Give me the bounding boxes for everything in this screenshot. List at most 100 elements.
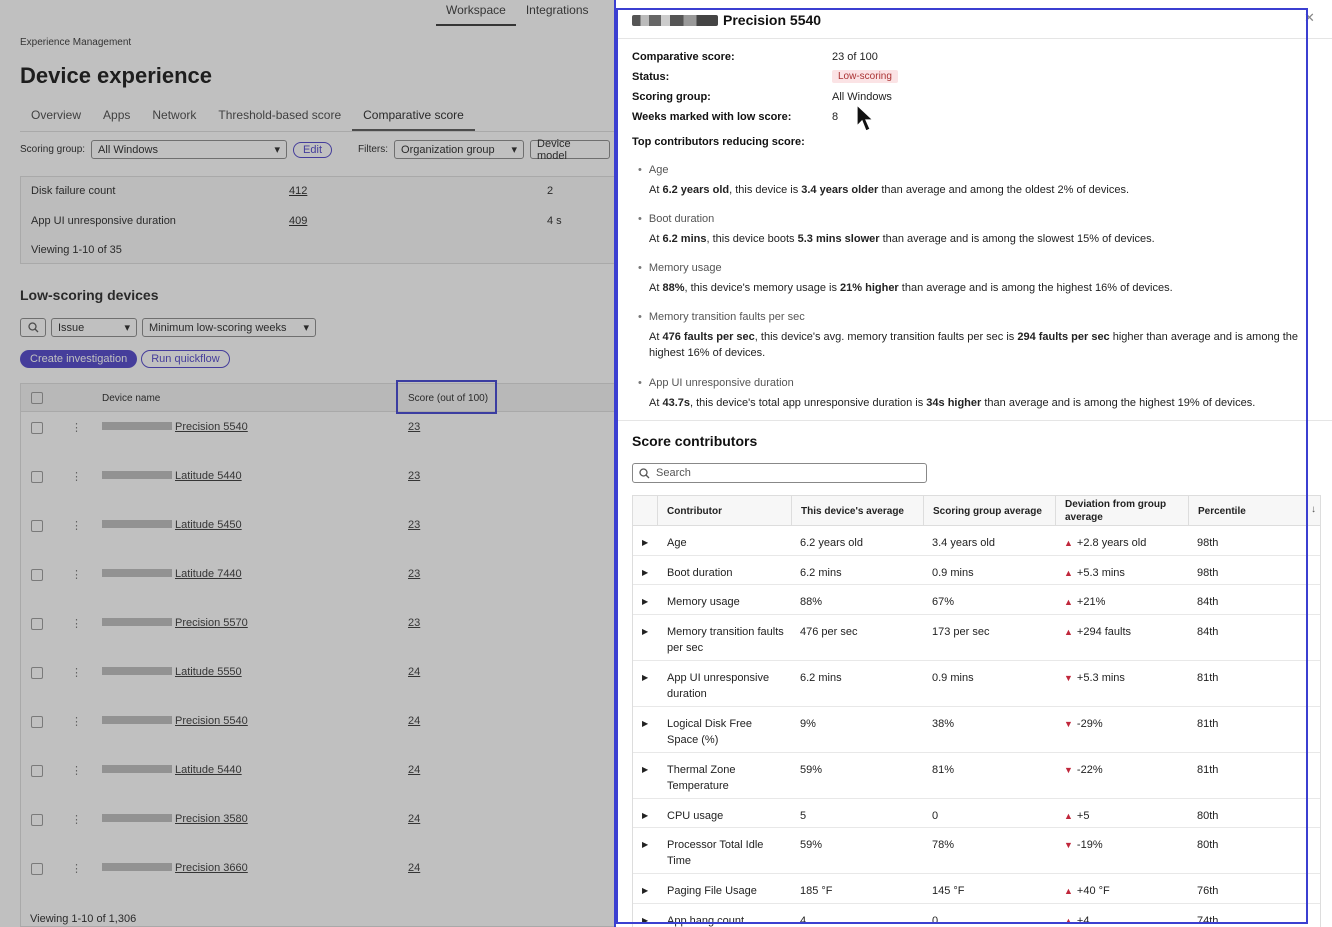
expand-caret-icon[interactable]: ▶ (642, 535, 648, 551)
deviation-cell: ▲ +2.8 years old (1064, 535, 1146, 551)
expand-caret-icon[interactable]: ▶ (642, 565, 648, 581)
triangle-up-icon: ▲ (1064, 627, 1073, 637)
device-average-cell: 59% (800, 839, 823, 851)
col-group-average[interactable]: Scoring group average (923, 496, 1055, 526)
group-average-cell: 0.9 mins (932, 567, 974, 579)
table-row[interactable]: ▶ CPU usage 5 0 ▲ +5 80th (633, 799, 1320, 828)
table-row[interactable]: ▶ Processor Total Idle Time 59% 78% ▼ -19% 80t… (633, 828, 1320, 874)
deviation-value: -19% (1076, 839, 1103, 851)
table-row[interactable]: ▶ Boot duration 6.2 mins 0.9 mins ▲ +5.3 mins… (633, 556, 1320, 585)
triangle-up-icon: ▲ (1064, 916, 1073, 926)
expand-caret-icon[interactable]: ▶ (642, 716, 648, 732)
deviation-cell: ▼ -22% (1064, 762, 1103, 778)
device-average-cell: 185 °F (800, 885, 833, 897)
percentile-cell: 98th (1197, 567, 1219, 579)
triangle-down-icon: ▼ (1064, 840, 1073, 850)
table-row[interactable]: ▶ Thermal Zone Temperature 59% 81% ▼ -22% 81th (633, 753, 1320, 799)
scoring-group-label: Scoring group: (632, 91, 711, 103)
contributor-name: Age (638, 164, 1308, 176)
comparative-score-label: Comparative score: (632, 51, 735, 63)
group-average-cell: 3.4 years old (932, 537, 995, 549)
redacted-hostname (632, 15, 718, 26)
col-deviation[interactable]: Deviation from group average (1055, 496, 1188, 526)
triangle-up-icon: ▲ (1064, 811, 1073, 821)
table-row[interactable]: ▶ Memory transition faults per sec 476 per… (633, 615, 1320, 661)
contributor-cell: Thermal Zone Temperature (667, 764, 736, 792)
deviation-cell: ▼ -19% (1064, 837, 1103, 853)
panel-title: Precision 5540 (632, 12, 821, 28)
contributor-description: At 43.7s, this device's total app unresp… (649, 397, 1256, 409)
deviation-value: +5.3 mins (1076, 567, 1125, 579)
group-average-cell: 145 °F (932, 885, 965, 897)
percentile-cell: 98th (1197, 537, 1219, 549)
device-average-cell: 59% (800, 764, 823, 776)
device-average-cell: 6.2 mins (800, 672, 842, 684)
sort-down-icon[interactable]: ↓ (1311, 504, 1316, 515)
deviation-value: -29% (1076, 718, 1103, 730)
expand-caret-icon[interactable]: ▶ (642, 883, 648, 899)
col-contributor[interactable]: Contributor (657, 496, 791, 526)
percentile-cell: 81th (1197, 764, 1219, 776)
contributors-search[interactable]: Search (632, 463, 927, 483)
contributor-name: Boot duration (638, 213, 1308, 225)
contributor-cell: Processor Total Idle Time (667, 839, 764, 867)
group-average-cell: 173 per sec (932, 626, 990, 638)
contributor-cell: App UI unresponsive duration (667, 672, 770, 700)
scoring-group-value: All Windows (832, 91, 892, 103)
contributor-name: App UI unresponsive duration (638, 377, 1308, 389)
search-icon (639, 467, 650, 478)
device-average-cell: 9% (800, 718, 816, 730)
contributor-name: Memory usage (638, 262, 1308, 274)
deviation-value: -22% (1076, 764, 1103, 776)
triangle-up-icon: ▲ (1064, 568, 1073, 578)
deviation-value: +40 °F (1076, 885, 1110, 897)
percentile-cell: 84th (1197, 596, 1219, 608)
triangle-down-icon: ▼ (1064, 765, 1073, 775)
deviation-cell: ▲ +21% (1064, 594, 1105, 610)
header-divider (616, 38, 1332, 39)
table-row[interactable]: ▶ Logical Disk Free Space (%) 9% 38% ▼ -29% 81… (633, 707, 1320, 753)
col-percentile[interactable]: Percentile ↓ (1188, 496, 1320, 526)
device-average-cell: 88% (800, 596, 823, 608)
expand-caret-icon[interactable]: ▶ (642, 624, 648, 640)
device-average-cell: 6.2 years old (800, 537, 863, 549)
deviation-cell: ▼ +5.3 mins (1064, 670, 1125, 686)
percentile-cell: 81th (1197, 672, 1219, 684)
percentile-cell: 74th (1197, 915, 1219, 927)
deviation-value: +21% (1076, 596, 1106, 608)
group-average-cell: 81% (932, 764, 955, 776)
col-device-average[interactable]: This device's average (791, 496, 923, 526)
close-icon[interactable]: ✕ (1304, 10, 1315, 26)
expand-caret-icon[interactable]: ▶ (642, 913, 648, 927)
deviation-cell: ▲ +40 °F (1064, 883, 1110, 899)
table-row[interactable]: ▶ App UI unresponsive duration 6.2 mins 0.9… (633, 661, 1320, 707)
score-contributors-title: Score contributors (632, 433, 758, 449)
contributor-item: Boot duration At 6.2 mins, this device bo… (638, 213, 1308, 247)
contributor-cell: Memory transition faults per sec (667, 626, 784, 654)
mouse-cursor-icon (856, 104, 875, 132)
triangle-up-icon: ▲ (1064, 886, 1073, 896)
table-row[interactable]: ▶ App hang count 4 0 ▲ +4 74th (633, 904, 1320, 927)
deviation-cell: ▼ -29% (1064, 716, 1103, 732)
score-contributors-table: Contributor This device's average Scorin… (632, 495, 1321, 927)
expand-caret-icon[interactable]: ▶ (642, 837, 648, 853)
contributor-cell: CPU usage (667, 810, 724, 822)
table-row[interactable]: ▶ Paging File Usage 185 °F 145 °F ▲ +40 °F 76t… (633, 874, 1320, 904)
contributor-item: Memory usage At 88%, this device's memory… (638, 262, 1308, 296)
weeks-low-label: Weeks marked with low score: (632, 111, 792, 123)
expand-caret-icon[interactable]: ▶ (642, 808, 648, 824)
expand-caret-icon[interactable]: ▶ (642, 670, 648, 686)
contributor-name: Memory transition faults per sec (638, 311, 1308, 323)
deviation-cell: ▲ +5 (1064, 808, 1089, 824)
contributor-description: At 476 faults per sec, this device's avg… (649, 331, 1299, 359)
table-row[interactable]: ▶ Age 6.2 years old 3.4 years old ▲ +2.8 year… (633, 526, 1320, 556)
contributor-cell: Boot duration (667, 567, 733, 579)
table-row[interactable]: ▶ Memory usage 88% 67% ▲ +21% 84th (633, 585, 1320, 615)
device-average-cell: 5 (800, 810, 807, 822)
expand-caret-icon[interactable]: ▶ (642, 594, 648, 610)
expand-caret-icon[interactable]: ▶ (642, 762, 648, 778)
triangle-up-icon: ▲ (1064, 538, 1073, 548)
device-average-cell: 6.2 mins (800, 567, 842, 579)
device-detail-panel: Precision 5540 ✕ Comparative score: 23 o… (614, 0, 1332, 927)
triangle-down-icon: ▼ (1064, 719, 1073, 729)
